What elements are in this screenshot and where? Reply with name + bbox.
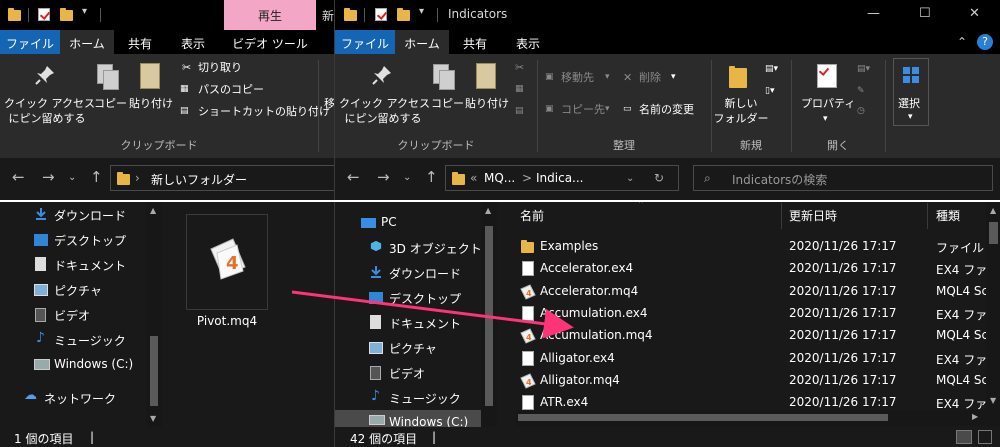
drag-arrow-line xyxy=(291,290,574,339)
drag-arrow-annotation xyxy=(291,290,574,339)
